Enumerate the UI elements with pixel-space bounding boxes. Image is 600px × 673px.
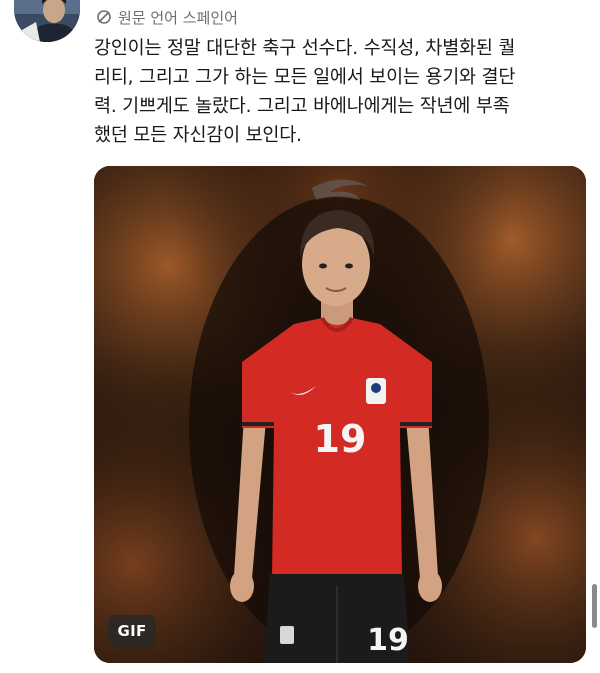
tweet-text: 강인이는 정말 대단한 축구 선수다. 수직성, 차별화된 퀄 리티, 그리고 … xyxy=(94,38,516,146)
tweet-media-gif[interactable]: 19 19 GIF xyxy=(94,166,586,663)
gif-badge: GIF xyxy=(108,615,156,647)
avatar-image xyxy=(14,0,80,42)
jersey-number: 19 xyxy=(314,417,367,461)
scrollbar[interactable] xyxy=(592,584,597,628)
translate-icon xyxy=(96,9,112,25)
shorts-number: 19 xyxy=(367,623,409,658)
translation-label: 원문 언어 스페인어 xyxy=(118,8,238,27)
translation-notice[interactable]: 원문 언어 스페인어 xyxy=(96,6,238,28)
avatar[interactable] xyxy=(14,0,80,42)
player-gif-frame: 19 19 xyxy=(94,166,586,663)
